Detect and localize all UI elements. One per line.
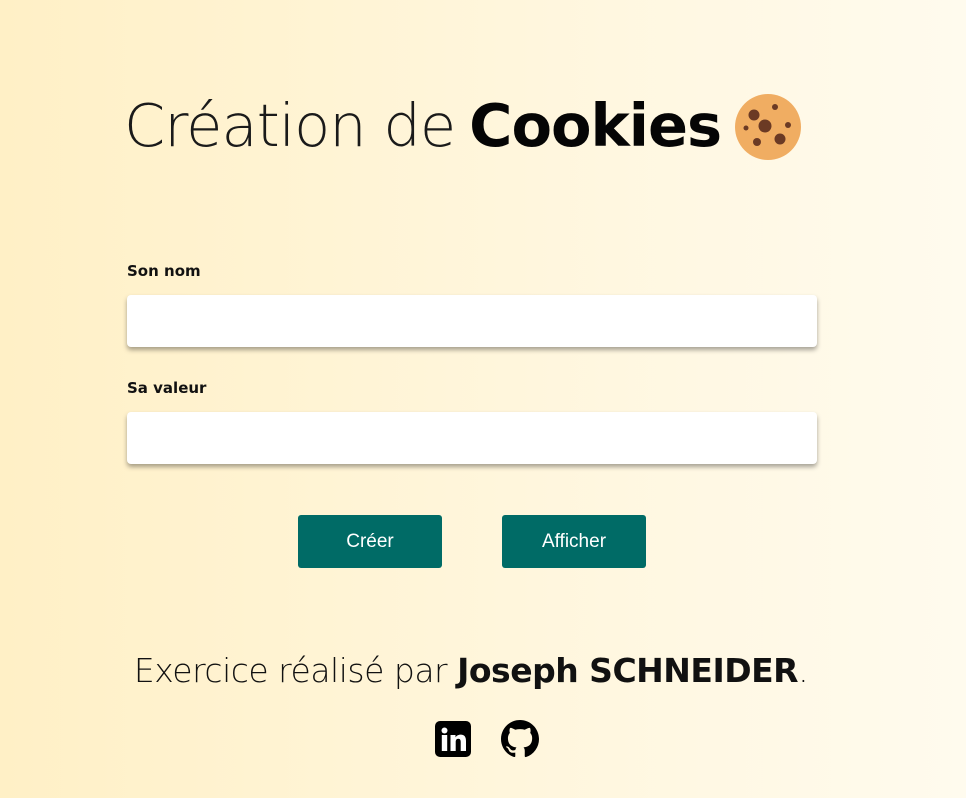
- value-input[interactable]: [127, 412, 817, 464]
- show-button[interactable]: Afficher: [502, 515, 646, 568]
- linkedin-link[interactable]: [434, 720, 472, 758]
- value-label: Sa valeur: [127, 379, 207, 397]
- linkedin-icon: [435, 721, 471, 757]
- social-links: [434, 720, 539, 758]
- cookie-icon: [733, 92, 803, 162]
- author-name: Joseph SCHNEIDER: [457, 651, 799, 690]
- footer-credit: Exercice réalisé par Joseph SCHNEIDER.: [0, 651, 942, 691]
- page-title: Création de Cookies: [124, 88, 803, 162]
- action-buttons: Créer Afficher: [298, 515, 646, 568]
- github-link[interactable]: [501, 720, 539, 758]
- page-title-light: Création de: [124, 90, 456, 160]
- cookie-form: Son nom Sa valeur: [127, 262, 817, 464]
- credit-suffix: .: [798, 651, 809, 690]
- name-label: Son nom: [127, 262, 201, 280]
- github-icon: [501, 720, 539, 758]
- credit-prefix: Exercice réalisé par: [133, 651, 448, 690]
- page-title-bold: Cookies: [469, 90, 722, 160]
- create-button[interactable]: Créer: [298, 515, 442, 568]
- name-input[interactable]: [127, 295, 817, 347]
